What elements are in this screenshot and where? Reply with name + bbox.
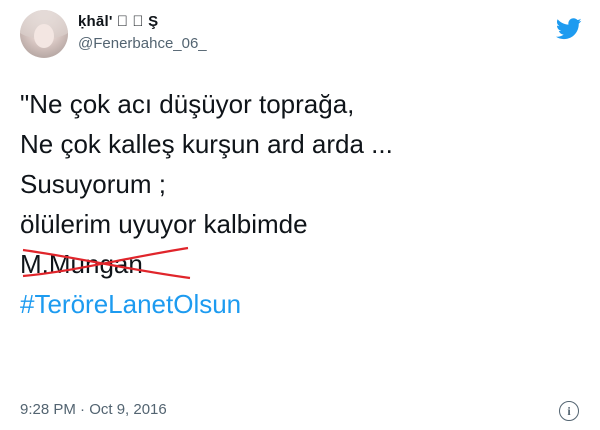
signature-line: M.Mungan [20, 244, 393, 284]
struck-signature: M.Mungan [20, 244, 191, 284]
twitter-bird-icon[interactable] [556, 18, 582, 40]
tweet-line-1: "Ne çok acı düşüyor toprağa, [20, 89, 355, 119]
author-display-name[interactable]: ḳhāl' ⃝ ⃝ Ş [78, 13, 158, 30]
info-icon[interactable]: i [559, 401, 579, 421]
avatar[interactable] [20, 10, 68, 58]
tweet-text: "Ne çok acı düşüyor toprağa, Ne çok kall… [20, 84, 393, 324]
tweet-timestamp[interactable]: 9:28 PM · Oct 9, 2016 [20, 401, 167, 418]
tweet-line-3: Susuyorum ; [20, 169, 166, 199]
author-handle[interactable]: @Fenerbahce_06_ [78, 35, 207, 52]
hashtag-link[interactable]: #TeröreLanetOlsun [20, 284, 393, 324]
tweet-line-4: ölülerim uyuyor kalbimde [20, 209, 308, 239]
tweet-card: ḳhāl' ⃝ ⃝ Ş @Fenerbahce_06_ "Ne çok acı … [0, 0, 600, 430]
tweet-line-2: Ne çok kalleş kurşun ard arda ... [20, 129, 393, 159]
strikethrough-mark [22, 246, 191, 280]
avatar-face [34, 24, 54, 48]
